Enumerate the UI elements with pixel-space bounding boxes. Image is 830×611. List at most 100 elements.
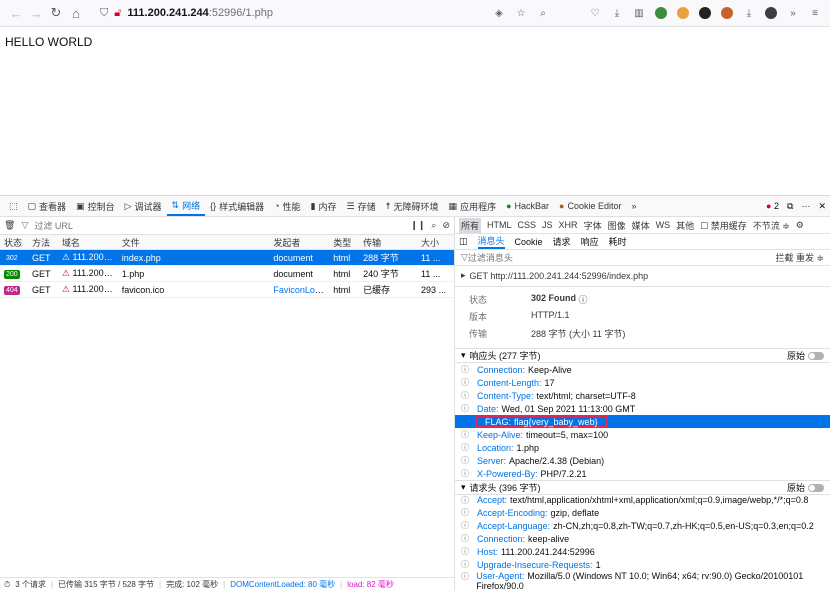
column-header[interactable]: 方法 bbox=[28, 236, 58, 249]
insecure-lock-icon[interactable]: 🔓︎ bbox=[114, 7, 121, 20]
search-icon[interactable]: ⌕ bbox=[431, 220, 436, 231]
close-devtools-icon[interactable]: ✕ bbox=[818, 201, 826, 212]
tab-response[interactable]: 响应 bbox=[581, 235, 599, 248]
error-badge[interactable]: ● 2 bbox=[766, 201, 779, 211]
raw-toggle[interactable]: 原始 bbox=[787, 481, 824, 494]
header-row[interactable]: ⓘ Server: Apache/2.4.38 (Debian) bbox=[455, 454, 830, 467]
tab-accessibility[interactable]: ☨ 无障碍环境 bbox=[381, 196, 444, 216]
help-icon[interactable]: ⓘ bbox=[461, 442, 471, 453]
tab-headers[interactable]: 消息头 bbox=[477, 234, 505, 250]
tab-hackbar[interactable]: ● HackBar bbox=[501, 196, 554, 216]
help-icon[interactable]: ⓘ bbox=[461, 546, 471, 557]
timer-icon[interactable]: ⏱︎ bbox=[4, 580, 10, 590]
download-arrow-icon[interactable]: ⤓ bbox=[740, 4, 758, 22]
header-row[interactable]: ⓘ User-Agent: Mozilla/5.0 (Windows NT 10.0… bbox=[455, 571, 830, 591]
extension-icon[interactable] bbox=[696, 4, 714, 22]
bookmark-star-icon[interactable]: ☆ bbox=[512, 4, 530, 22]
response-headers-section[interactable]: ▾ 响应头 (277 字节) 原始 bbox=[455, 348, 830, 363]
help-icon[interactable]: ⓘ bbox=[461, 377, 471, 388]
tab-performance[interactable]: ◔ 性能 bbox=[269, 196, 305, 216]
help-icon[interactable]: ⓘ bbox=[461, 559, 471, 570]
tab-inspector[interactable]: ▢ 查看器 bbox=[23, 196, 72, 216]
header-row[interactable]: ⓘ Connection: Keep-Alive bbox=[455, 363, 830, 376]
help-icon[interactable]: ⓘ bbox=[461, 455, 471, 466]
header-row[interactable]: ⓘ Host: 111.200.241.244:52996 bbox=[455, 545, 830, 558]
column-header[interactable]: 传输 bbox=[359, 236, 417, 249]
help-icon[interactable]: ⓘ bbox=[579, 293, 588, 306]
header-row[interactable]: ⓘ Accept: text/html,application/xhtml+xml,… bbox=[455, 495, 830, 506]
header-row[interactable]: ⓘ X-Powered-By: PHP/7.2.21 bbox=[455, 467, 830, 480]
extension-icon[interactable] bbox=[674, 4, 692, 22]
reload-icon[interactable]: ↻ bbox=[46, 3, 66, 23]
tab-timings[interactable]: 耗时 bbox=[609, 235, 627, 248]
table-row[interactable]: 302 GET ⚠︎ 111.200.2... index.php docume… bbox=[0, 250, 454, 266]
more-options-icon[interactable]: ··· bbox=[801, 201, 810, 211]
help-icon[interactable]: ⓘ bbox=[461, 507, 471, 518]
block-resend-button[interactable]: 拦截 重发 ≑ bbox=[775, 251, 824, 264]
menu-icon[interactable]: ≡ bbox=[806, 4, 824, 22]
column-header[interactable]: 发起者 bbox=[269, 236, 329, 249]
tab-cookie-editor[interactable]: ● Cookie Editor bbox=[554, 196, 626, 216]
filter-other[interactable]: 其他 bbox=[676, 219, 694, 232]
tab-application[interactable]: ▦ 应用程序 bbox=[444, 196, 502, 216]
help-icon[interactable]: ⓘ bbox=[461, 520, 471, 531]
column-header[interactable]: 状态 bbox=[0, 236, 28, 249]
account-icon[interactable] bbox=[762, 4, 780, 22]
search-icon[interactable]: ⌕ bbox=[534, 4, 552, 22]
filter-all[interactable]: 所有 bbox=[459, 217, 482, 233]
sidebar-toggle-icon[interactable]: ◫ bbox=[459, 236, 468, 247]
header-row[interactable]: ⓘ Content-Length: 17 bbox=[455, 376, 830, 389]
tab-console[interactable]: ▣ 控制台 bbox=[71, 196, 120, 216]
filter-js[interactable]: JS bbox=[542, 220, 553, 230]
disable-cache-checkbox[interactable]: ☐ 禁用缓存 bbox=[700, 219, 747, 232]
help-icon[interactable]: ⓘ bbox=[461, 495, 471, 506]
column-header[interactable]: 域名 bbox=[58, 236, 118, 249]
column-header[interactable]: 类型 bbox=[329, 236, 359, 249]
tab-cookies[interactable]: Cookie bbox=[515, 237, 543, 247]
forward-icon[interactable]: → bbox=[26, 3, 46, 23]
help-icon[interactable]: ⓘ bbox=[461, 468, 471, 479]
throttle-select[interactable]: 不节流 ≑ bbox=[753, 219, 790, 232]
tabs-overflow-icon[interactable]: » bbox=[627, 196, 642, 216]
header-filter-input[interactable]: 过滤消息头 bbox=[468, 251, 513, 264]
pause-icon[interactable]: ❙❙ bbox=[410, 220, 425, 231]
header-row[interactable]: ⓘ Accept-Language: zh-CN,zh;q=0.8,zh-TW;q=… bbox=[455, 519, 830, 532]
header-row[interactable]: ⓘ Content-Type: text/html; charset=UTF-8 bbox=[455, 389, 830, 402]
header-row[interactable]: ⓘ Connection: keep-alive bbox=[455, 532, 830, 545]
tab-network[interactable]: ⇅ 网络 bbox=[166, 196, 206, 216]
help-icon[interactable]: ⓘ bbox=[461, 429, 471, 440]
filter-css[interactable]: CSS bbox=[518, 220, 537, 230]
settings-gear-icon[interactable]: ⚙ bbox=[796, 220, 804, 231]
block-icon[interactable]: ⊘ bbox=[442, 220, 450, 231]
flag-header-row[interactable]: FLAG: flag{very_baby_web} bbox=[455, 415, 830, 428]
url-bar[interactable]: ⛉ 🔓︎ 111.200.241.244:52996/1.php bbox=[94, 2, 482, 24]
table-row[interactable]: 404 GET ⚠︎ 111.200.2... favicon.ico Favi… bbox=[0, 282, 454, 298]
header-row[interactable]: ⓘ Upgrade-Insecure-Requests: 1 bbox=[455, 558, 830, 571]
help-icon[interactable]: ⓘ bbox=[461, 571, 470, 582]
back-icon[interactable]: ← bbox=[6, 3, 26, 23]
tab-storage[interactable]: ☰ 存储 bbox=[342, 196, 381, 216]
filter-html[interactable]: HTML bbox=[487, 220, 512, 230]
pocket-icon[interactable]: ♡ bbox=[586, 4, 604, 22]
filter-ws[interactable]: WS bbox=[656, 220, 671, 230]
overflow-chevron-icon[interactable]: » bbox=[784, 4, 802, 22]
table-row[interactable]: 200 GET ⚠︎ 111.200.2... 1.php document h… bbox=[0, 266, 454, 282]
trash-icon[interactable]: 🗑︎ bbox=[4, 220, 15, 231]
filter-media[interactable]: 媒体 bbox=[632, 219, 650, 232]
header-row[interactable]: ⓘ Location: 1.php bbox=[455, 441, 830, 454]
translate-icon[interactable]: ◈ bbox=[490, 4, 508, 22]
raw-toggle[interactable]: 原始 bbox=[787, 349, 824, 362]
request-url-line[interactable]: ▸ GET http://111.200.241.244:52996/index… bbox=[455, 266, 830, 287]
shield-icon[interactable]: ⛉ bbox=[100, 7, 108, 20]
filter-images[interactable]: 图像 bbox=[608, 219, 626, 232]
reader-icon[interactable]: ▥ bbox=[630, 4, 648, 22]
header-row[interactable]: ⓘ Keep-Alive: timeout=5, max=100 bbox=[455, 428, 830, 441]
help-icon[interactable]: ⓘ bbox=[461, 403, 471, 414]
filter-xhr[interactable]: XHR bbox=[559, 220, 578, 230]
help-icon[interactable]: ⓘ bbox=[461, 364, 471, 375]
dock-icon[interactable]: ⧉ bbox=[787, 201, 793, 212]
tab-request[interactable]: 请求 bbox=[553, 235, 571, 248]
pick-element-icon[interactable]: ⬚ bbox=[4, 196, 23, 216]
tab-memory[interactable]: ▮ 内存 bbox=[306, 196, 342, 216]
tab-style-editor[interactable]: {} 样式编辑器 bbox=[205, 196, 269, 216]
